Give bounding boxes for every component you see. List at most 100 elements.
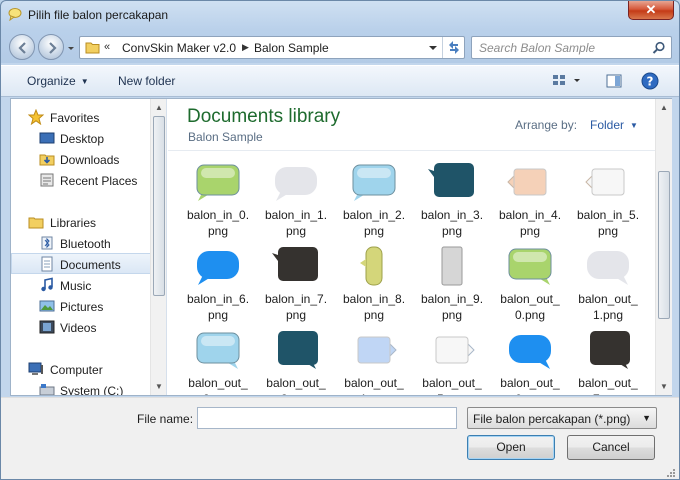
- address-bar[interactable]: « ConvSkin Maker v2.0 ▶ Balon Sample: [79, 36, 465, 59]
- folder-icon: [85, 42, 100, 54]
- back-arrow-icon: [18, 42, 26, 54]
- nav-bluetooth[interactable]: Bluetooth: [11, 233, 151, 254]
- nav-downloads-label: Downloads: [60, 153, 120, 167]
- file-scroll-up-icon[interactable]: ▲: [660, 103, 668, 112]
- search-box[interactable]: Search Balon Sample: [471, 36, 672, 59]
- help-icon[interactable]: ?: [641, 72, 659, 90]
- file-item[interactable]: balon_in_5. png: [571, 161, 645, 245]
- nav-pane-scrollbar[interactable]: ▲ ▼: [150, 99, 166, 395]
- libraries-icon: [28, 217, 44, 229]
- file-item-name: balon_out_ 5.png: [415, 375, 489, 395]
- nav-desktop[interactable]: Desktop: [11, 128, 151, 149]
- file-scroll-thumb[interactable]: [658, 171, 670, 319]
- file-item[interactable]: balon_in_8. png: [337, 245, 411, 329]
- file-item[interactable]: balon_out_ 5.png: [415, 329, 489, 395]
- nav-recent-places[interactable]: Recent Places: [11, 170, 151, 191]
- preview-pane-icon[interactable]: [605, 72, 623, 90]
- resize-grip-icon[interactable]: [666, 468, 676, 478]
- breadcrumb-convskin[interactable]: ConvSkin Maker v2.0: [122, 41, 236, 55]
- refresh-button[interactable]: [442, 37, 464, 58]
- close-button[interactable]: ✕: [628, 1, 674, 20]
- file-type-select[interactable]: File balon percakapan (*.png) ▼: [467, 407, 657, 429]
- scroll-up-arrow-icon[interactable]: ▲: [155, 103, 163, 112]
- nav-videos[interactable]: Videos: [11, 317, 151, 338]
- file-name-line2: png: [363, 308, 385, 322]
- nav-pictures[interactable]: Pictures: [11, 296, 151, 317]
- png-thumbnail-icon: [360, 246, 383, 286]
- breadcrumb-balon-sample[interactable]: Balon Sample: [254, 41, 329, 55]
- file-item-name: balon_in_7. png: [259, 291, 333, 323]
- nav-music[interactable]: Music: [11, 275, 151, 296]
- png-thumbnail-icon: [507, 168, 547, 196]
- nav-favorites[interactable]: Favorites: [11, 107, 151, 128]
- file-name-line2: 2.png: [203, 392, 233, 395]
- file-item[interactable]: balon_in_7. png: [259, 245, 333, 329]
- desktop-icon: [39, 132, 55, 144]
- file-name-line1: balon_in_0.: [186, 208, 250, 222]
- file-scroll-down-icon[interactable]: ▼: [660, 382, 668, 391]
- file-item[interactable]: balon_in_3. png: [415, 161, 489, 245]
- arrange-dropdown-icon: ▼: [630, 121, 638, 130]
- nav-music-label: Music: [60, 279, 92, 293]
- nav-documents[interactable]: Documents: [11, 253, 157, 274]
- file-item-name: balon_in_2. png: [337, 207, 411, 239]
- file-name-line2: png: [597, 224, 619, 238]
- file-item[interactable]: balon_out_ 4.png: [337, 329, 411, 395]
- music-icon: [41, 277, 53, 292]
- nav-videos-label: Videos: [60, 321, 97, 335]
- nav-system-drive[interactable]: System (C:): [11, 380, 151, 395]
- nav-downloads[interactable]: Downloads: [11, 149, 151, 170]
- file-list-scrollbar[interactable]: ▲ ▼: [655, 99, 672, 395]
- file-item-name: balon_out_ 2.png: [181, 375, 255, 395]
- png-thumbnail-icon: [508, 248, 552, 285]
- file-item[interactable]: balon_in_0. png: [181, 161, 255, 245]
- arrange-by-label: Arrange by:: [515, 118, 578, 132]
- open-button[interactable]: Open: [467, 435, 555, 460]
- arrange-by-dropdown[interactable]: Folder ▼: [590, 118, 638, 132]
- dialog-footer: File name: File balon percakapan (*.png)…: [1, 397, 679, 479]
- nav-libraries[interactable]: Libraries: [11, 212, 151, 233]
- file-item[interactable]: balon_in_9. png: [415, 245, 489, 329]
- png-thumbnail-icon: [275, 167, 317, 201]
- new-folder-button[interactable]: New folder: [118, 74, 175, 88]
- file-item[interactable]: balon_out_ 6.png: [493, 329, 567, 395]
- file-item[interactable]: balon_in_6. png: [181, 245, 255, 329]
- file-item[interactable]: balon_out_ 0.png: [493, 245, 567, 329]
- forward-arrow-icon: [49, 42, 57, 54]
- downloads-icon: [39, 154, 55, 166]
- file-item[interactable]: balon_out_ 1.png: [571, 245, 645, 329]
- breadcrumb-separator-icon[interactable]: ▶: [242, 42, 249, 53]
- file-item[interactable]: balon_in_2. png: [337, 161, 411, 245]
- file-item[interactable]: balon_in_1. png: [259, 161, 333, 245]
- file-name-line1: balon_out_: [344, 376, 404, 390]
- search-icon: [652, 41, 665, 54]
- forward-button[interactable]: [38, 34, 64, 60]
- png-thumbnail-icon: [357, 336, 397, 364]
- view-mode-icon[interactable]: [551, 72, 581, 90]
- cancel-button[interactable]: Cancel: [567, 435, 655, 460]
- file-list-pane: Documents library Balon Sample Arrange b…: [168, 99, 672, 395]
- file-item-name: balon_in_9. png: [415, 291, 489, 323]
- file-item-name: balon_in_3. png: [415, 207, 489, 239]
- recent-pages-dropdown-icon[interactable]: [66, 44, 76, 54]
- address-overflow-chevron[interactable]: «: [104, 41, 110, 53]
- address-dropdown-icon[interactable]: [425, 41, 441, 55]
- file-name-line2: 4.png: [359, 392, 389, 395]
- file-name-line1: balon_in_9.: [420, 292, 484, 306]
- file-item[interactable]: balon_out_ 2.png: [181, 329, 255, 395]
- organize-dropdown-icon: ▼: [80, 77, 89, 86]
- bluetooth-folder-icon: [41, 236, 53, 250]
- file-item[interactable]: balon_out_ 3.png: [259, 329, 333, 395]
- nav-scroll-thumb[interactable]: [153, 116, 165, 296]
- nav-computer[interactable]: Computer: [11, 359, 151, 380]
- file-name-line2: 0.png: [514, 308, 546, 322]
- search-input[interactable]: Search Balon Sample: [479, 41, 595, 55]
- recent-places-icon: [40, 173, 54, 187]
- organize-button[interactable]: Organize ▼: [27, 74, 89, 88]
- back-button[interactable]: [9, 34, 35, 60]
- file-item[interactable]: balon_in_4. png: [493, 161, 567, 245]
- png-thumbnail-icon: [196, 332, 240, 369]
- file-item[interactable]: balon_out_ 7.png: [571, 329, 645, 395]
- scroll-down-arrow-icon[interactable]: ▼: [155, 382, 163, 391]
- file-name-input[interactable]: [197, 407, 457, 429]
